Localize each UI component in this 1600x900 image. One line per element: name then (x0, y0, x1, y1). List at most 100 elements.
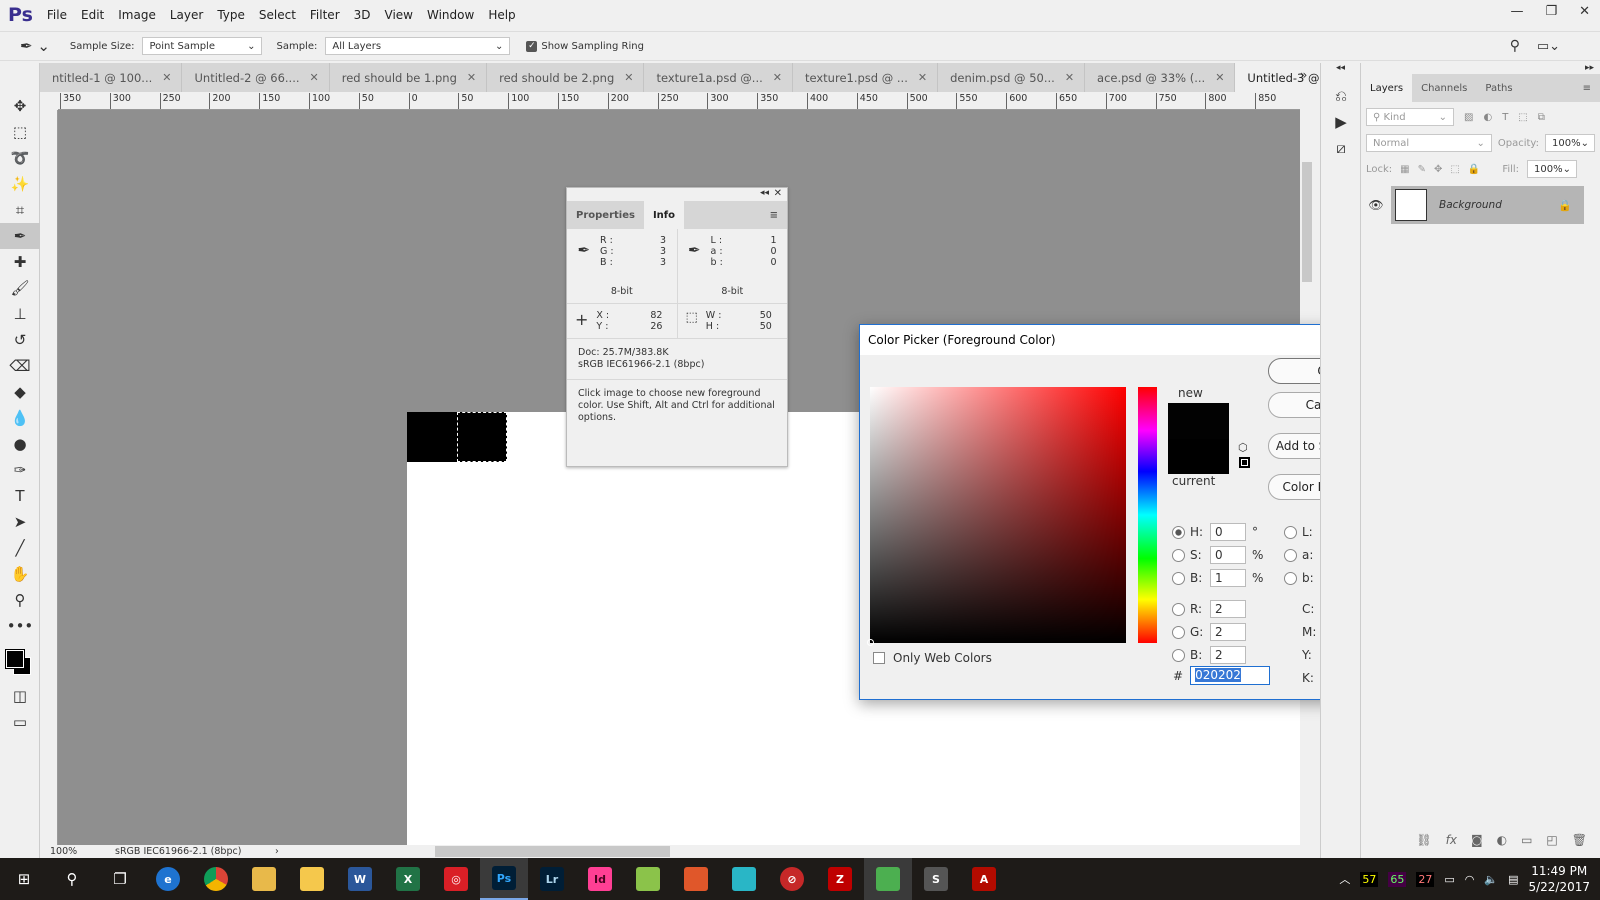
battery-icon[interactable]: ▭ (1444, 873, 1454, 886)
opacity-input[interactable]: 100% ⌄ (1545, 134, 1595, 152)
radio-button[interactable] (1284, 525, 1297, 539)
menu-help[interactable]: Help (488, 8, 515, 22)
fill-input[interactable]: 100% ⌄ (1527, 160, 1578, 178)
foreground-background-swatches[interactable] (0, 639, 39, 683)
radio-button[interactable] (1172, 625, 1185, 639)
menu-file[interactable]: File (47, 8, 67, 22)
close-tab-icon[interactable]: ✕ (1215, 71, 1224, 84)
menu-layer[interactable]: Layer (170, 8, 203, 22)
acrobat-icon[interactable]: A (960, 858, 1008, 900)
filter-shape-icon[interactable]: ⬚ (1518, 112, 1527, 123)
tab-layers[interactable]: Layers (1361, 74, 1413, 102)
radio-button[interactable] (1172, 648, 1185, 662)
tray-temp-2[interactable]: 65 (1388, 871, 1407, 887)
paint-bucket-icon[interactable]: ◆ (0, 379, 40, 405)
value-input[interactable]: 2 (1210, 646, 1246, 664)
restore-button[interactable]: ❐ (1545, 4, 1557, 19)
clone-stamp-icon[interactable]: ⊥ (0, 301, 40, 327)
wifi-icon[interactable]: ◠ (1465, 873, 1475, 886)
word-icon[interactable]: W (336, 858, 384, 900)
lock-artboard-icon[interactable]: ⬚ (1450, 164, 1459, 175)
current-color-swatch[interactable] (1168, 439, 1229, 474)
lightroom-icon[interactable]: Lr (528, 858, 576, 900)
notifications-icon[interactable]: ▤ (1508, 873, 1518, 886)
filter-type-icon[interactable]: T (1502, 112, 1508, 123)
brush-tool-icon[interactable]: 🖌 (0, 275, 40, 301)
close-tab-icon[interactable]: ✕ (773, 71, 782, 84)
eyedropper-tool-icon[interactable]: ✒ (0, 223, 40, 249)
tab-info[interactable]: Info (643, 201, 685, 229)
tray-temp-1[interactable]: 57 (1360, 871, 1379, 887)
move-tool-icon[interactable]: ✥ (0, 93, 40, 119)
blur-tool-icon[interactable]: 💧 (0, 405, 40, 431)
clock-date[interactable]: 5/22/2017 (1528, 879, 1590, 895)
folder-icon[interactable] (288, 858, 336, 900)
menu-select[interactable]: Select (259, 8, 296, 22)
color-field[interactable] (867, 387, 1126, 646)
document-tab[interactable]: texture1a.psd @... ✕ (644, 63, 793, 92)
excel-icon[interactable]: X (384, 858, 432, 900)
menu-type[interactable]: Type (217, 8, 245, 22)
collapse-icon[interactable]: ◂◂ (1321, 63, 1360, 83)
screen-mode-icon[interactable]: ▭ (0, 709, 40, 735)
tab-properties[interactable]: Properties (567, 201, 644, 229)
document-tab[interactable]: red should be 2.png ✕ (487, 63, 645, 92)
radio-button[interactable] (1172, 571, 1185, 585)
search-icon[interactable]: ⚲ (48, 858, 96, 900)
eyedropper-tool-preset-icon[interactable]: ✒ ⌄ (20, 37, 50, 55)
value-input[interactable]: 2 (1210, 623, 1246, 641)
path-selection-icon[interactable]: ➤ (0, 509, 40, 535)
value-input[interactable]: 0 (1210, 546, 1246, 564)
hand-tool-icon[interactable]: ✋ (0, 561, 40, 587)
app-icon[interactable] (864, 858, 912, 900)
document-tab[interactable]: Untitled-2 @ 66.... ✕ (182, 63, 330, 92)
pen-tool-icon[interactable]: ✑ (0, 457, 40, 483)
history-brush-icon[interactable]: ↺ (0, 327, 40, 353)
tabs-overflow-icon[interactable]: » (1300, 68, 1307, 82)
app-icon[interactable]: S (912, 858, 960, 900)
history-icon[interactable]: ⎌ (1321, 83, 1361, 109)
web-safe-icon[interactable] (1239, 457, 1250, 468)
value-input[interactable]: 2 (1210, 600, 1246, 618)
app-icon[interactable] (672, 858, 720, 900)
zoom-tool-icon[interactable]: ⚲ (0, 587, 40, 613)
minimize-button[interactable]: — (1510, 4, 1523, 19)
new-layer-icon[interactable]: ◰ (1546, 833, 1557, 847)
start-button[interactable]: ⊞ (0, 858, 48, 900)
menu-window[interactable]: Window (427, 8, 474, 22)
filter-smart-object-icon[interactable]: ⧉ (1538, 112, 1545, 123)
crop-tool-icon[interactable]: ⌗ (0, 197, 40, 223)
notepad-icon[interactable] (624, 858, 672, 900)
visibility-eye-icon[interactable]: 👁 (1361, 198, 1391, 212)
search-icon[interactable]: ⚲ (1510, 38, 1520, 54)
document-tab[interactable]: texture1.psd @ ... ✕ (793, 63, 939, 92)
adjustment-layer-icon[interactable]: ◐ (1497, 833, 1507, 847)
add-mask-icon[interactable]: ◙ (1471, 833, 1483, 847)
task-view-icon[interactable]: ❐ (96, 858, 144, 900)
value-input[interactable]: 1 (1210, 569, 1246, 587)
eraser-tool-icon[interactable]: ⌫ (0, 353, 40, 379)
document-tab[interactable]: ntitled-1 @ 100... ✕ (40, 63, 183, 92)
dodge-tool-icon[interactable]: ● (0, 431, 40, 457)
close-tab-icon[interactable]: ✕ (1065, 71, 1074, 84)
marquee-tool-icon[interactable]: ⬚ (0, 119, 40, 145)
hex-input[interactable]: 020202 (1190, 666, 1271, 685)
type-tool-icon[interactable]: T (0, 483, 40, 509)
close-tab-icon[interactable]: ✕ (162, 71, 171, 84)
tray-temp-3[interactable]: 27 (1416, 871, 1435, 887)
close-tab-icon[interactable]: ✕ (310, 71, 319, 84)
document-tab[interactable]: red should be 1.png ✕ (330, 63, 488, 92)
app-icon[interactable]: ⊘ (768, 858, 816, 900)
volume-icon[interactable]: 🔈 (1484, 873, 1498, 886)
chrome-icon[interactable] (192, 858, 240, 900)
menu-image[interactable]: Image (118, 8, 156, 22)
close-tab-icon[interactable]: ✕ (467, 71, 476, 84)
radio-button[interactable] (1172, 548, 1185, 562)
radio-button[interactable] (1284, 548, 1297, 562)
layer-row-background[interactable]: 👁 Background 🔒 (1361, 186, 1600, 224)
menu-3d[interactable]: 3D (354, 8, 371, 22)
lock-transparent-icon[interactable]: ▦ (1400, 164, 1409, 175)
creative-cloud-icon[interactable]: ◎ (432, 858, 480, 900)
properties-icon[interactable]: ⧄ (1321, 135, 1361, 161)
document-tab[interactable]: ace.psd @ 33% (... ✕ (1085, 63, 1236, 92)
